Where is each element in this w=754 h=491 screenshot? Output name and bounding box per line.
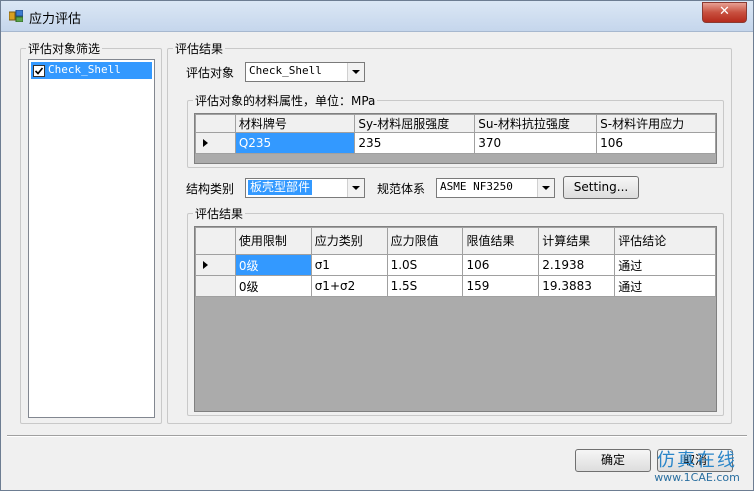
chevron-down-icon[interactable]	[347, 179, 364, 197]
code-combo-value: ASME NF3250	[440, 180, 513, 193]
window-title: 应力评估	[29, 12, 82, 27]
material-grade-cell[interactable]: Q235	[234, 132, 356, 154]
eval-cell[interactable]: 通过	[614, 254, 716, 276]
object-combo-value: Check_Shell	[249, 64, 322, 77]
eval-cell[interactable]: 0级	[234, 254, 312, 276]
current-row-icon	[203, 139, 208, 147]
watermark-line2: www.1CAE.com	[654, 471, 740, 484]
eval-cell[interactable]: σ1	[310, 254, 388, 276]
settings-button[interactable]: Setting...	[563, 176, 639, 199]
chevron-down-icon[interactable]	[347, 63, 364, 81]
structure-label: 结构类别	[186, 182, 235, 196]
eval-cell[interactable]: 106	[462, 254, 540, 276]
eval-cell[interactable]: 1.0S	[386, 254, 464, 276]
structure-combo[interactable]: 板壳型部件	[245, 178, 365, 198]
material-allowable-cell[interactable]: 106	[596, 132, 716, 154]
eval-col-category[interactable]: 应力类别	[310, 227, 388, 255]
material-grid[interactable]: 材料牌号 Sy-材料屈服强度 Su-材料抗拉强度 S-材料许用应力 Q235 2…	[194, 113, 717, 164]
evaluation-grid[interactable]: 使用限制 应力类别 应力限值 限值结果 计算结果 评估结论 0级 σ1 1.0S…	[194, 226, 717, 412]
close-icon: ✕	[719, 4, 730, 19]
material-col-yield[interactable]: Sy-材料屈服强度	[354, 114, 476, 133]
footer-separator	[7, 435, 747, 437]
chevron-down-icon[interactable]	[537, 179, 554, 197]
eval-cell[interactable]: 19.3883	[538, 275, 616, 297]
material-header-row: 材料牌号 Sy-材料屈服强度 Su-材料抗拉强度 S-材料许用应力	[195, 114, 716, 133]
evaluation-group-title: 评估结果	[195, 207, 244, 221]
row-selector[interactable]	[195, 275, 236, 297]
list-item-label: Check_Shell	[48, 63, 121, 76]
eval-col-limit[interactable]: 使用限制	[234, 227, 312, 255]
checkbox-check-shell[interactable]	[33, 65, 45, 77]
close-button[interactable]: ✕	[702, 2, 747, 23]
table-row[interactable]: 0级 σ1 1.0S 106 2.1938 通过	[195, 254, 716, 276]
eval-cell[interactable]: 0级	[234, 275, 312, 297]
stress-evaluation-window: 应力评估 ✕ 评估对象筛选 Check_Shell 评估结果 评估对象 Chec…	[0, 0, 754, 491]
material-tensile-cell[interactable]: 370	[474, 132, 598, 154]
eval-cell[interactable]: 159	[462, 275, 540, 297]
object-filter-list[interactable]: Check_Shell	[28, 59, 155, 418]
code-label: 规范体系	[377, 182, 426, 196]
material-col-grade[interactable]: 材料牌号	[234, 114, 356, 133]
filter-group-title: 评估对象筛选	[28, 42, 101, 56]
checkmark-icon	[34, 67, 44, 75]
eval-col-calc-result[interactable]: 计算结果	[538, 227, 616, 255]
app-icon	[9, 10, 23, 22]
row-header-corner	[195, 114, 236, 133]
list-item-check-shell[interactable]: Check_Shell	[31, 62, 152, 79]
material-col-tensile[interactable]: Su-材料抗拉强度	[474, 114, 598, 133]
row-selector[interactable]	[195, 132, 236, 154]
row-header-corner	[195, 227, 236, 255]
table-row[interactable]: Q235 235 370 106	[195, 132, 716, 154]
watermark-line1: 仿真在线	[657, 450, 737, 471]
structure-combo-value: 板壳型部件	[248, 180, 313, 195]
material-col-allowable[interactable]: S-材料许用应力	[596, 114, 716, 133]
row-selector[interactable]	[195, 254, 236, 276]
title-bar: 应力评估 ✕	[1, 1, 753, 32]
table-row[interactable]: 0级 σ1+σ2 1.5S 159 19.3883 通过	[195, 275, 716, 297]
eval-col-stress-limit[interactable]: 应力限值	[386, 227, 464, 255]
eval-col-limit-result[interactable]: 限值结果	[462, 227, 540, 255]
ok-button[interactable]: 确定	[575, 449, 651, 472]
eval-cell[interactable]: 2.1938	[538, 254, 616, 276]
evaluation-header-row: 使用限制 应力类别 应力限值 限值结果 计算结果 评估结论	[195, 227, 716, 255]
results-group-title: 评估结果	[175, 42, 224, 56]
current-row-icon	[203, 261, 208, 269]
eval-col-conclusion[interactable]: 评估结论	[614, 227, 716, 255]
eval-cell[interactable]: 1.5S	[386, 275, 464, 297]
code-combo[interactable]: ASME NF3250	[436, 178, 555, 198]
material-group-title: 评估对象的材料属性，单位：MPa	[195, 94, 376, 108]
material-yield-cell[interactable]: 235	[354, 132, 476, 154]
eval-cell[interactable]: 通过	[614, 275, 716, 297]
object-combo[interactable]: Check_Shell	[245, 62, 365, 82]
object-label: 评估对象	[186, 66, 235, 80]
eval-cell[interactable]: σ1+σ2	[310, 275, 388, 297]
watermark-logo: 仿真在线 www.1CAE.com	[646, 451, 748, 487]
